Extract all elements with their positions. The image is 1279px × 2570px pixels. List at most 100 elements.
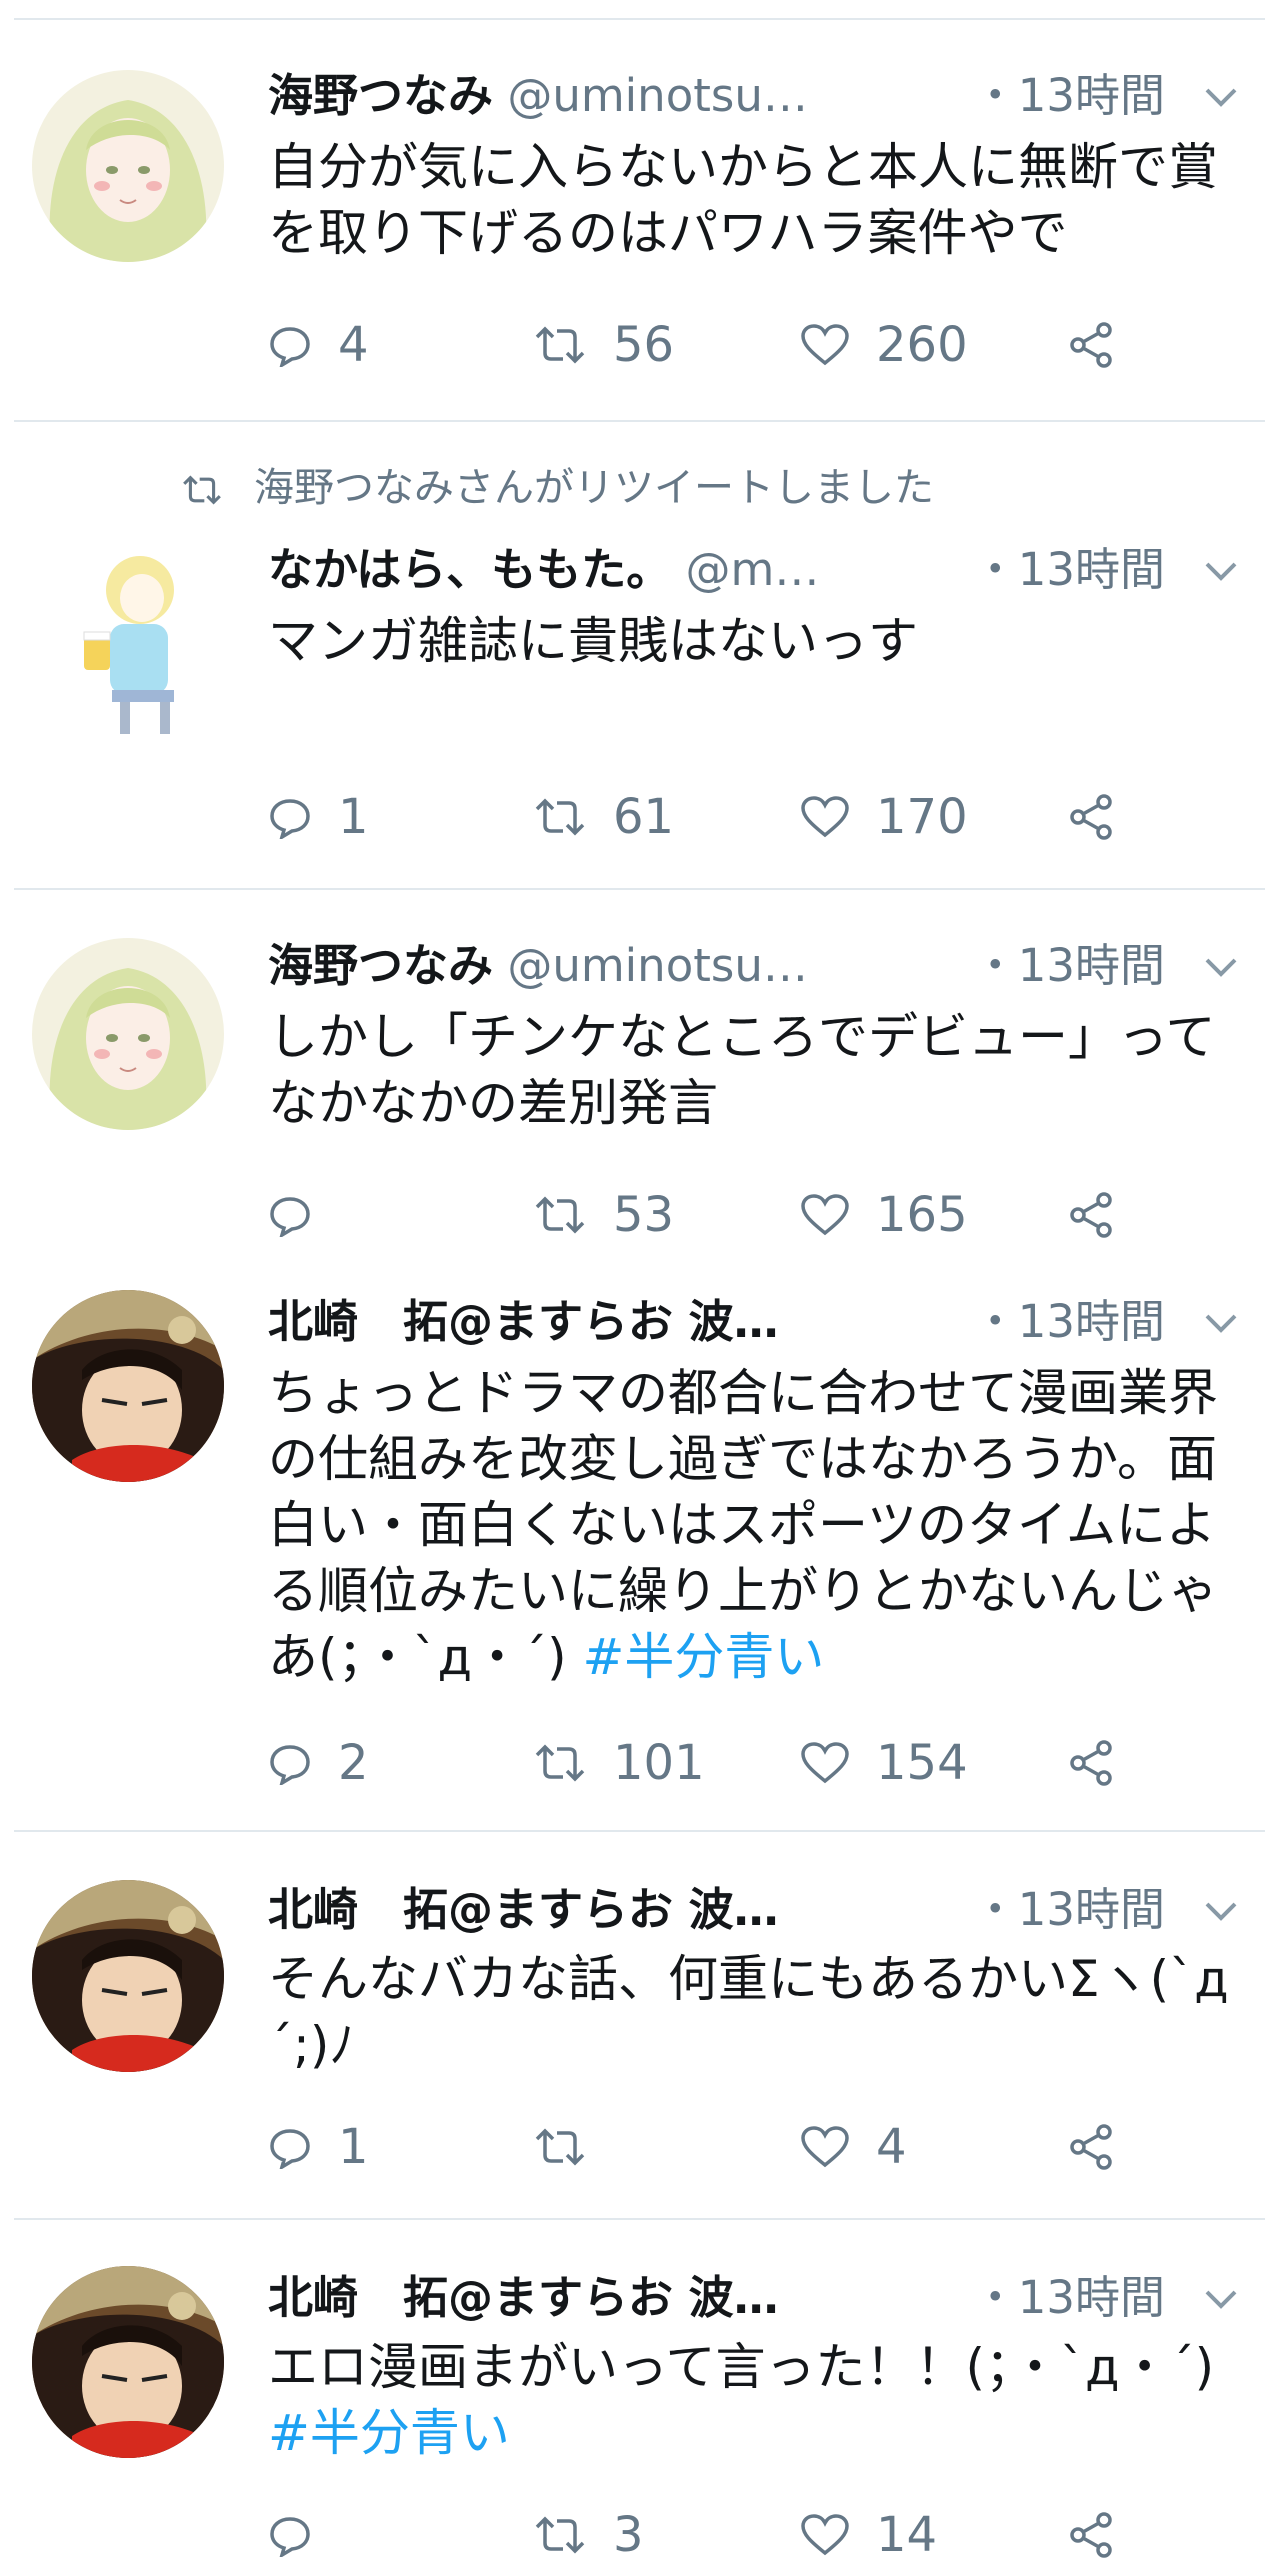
like-count: 170 bbox=[876, 789, 968, 845]
display-name[interactable]: 海野つなみ bbox=[268, 69, 493, 122]
like-count: 154 bbox=[876, 1735, 968, 1791]
retweet-icon bbox=[533, 2125, 587, 2169]
timestamp[interactable]: ・13時間 bbox=[973, 1292, 1165, 1352]
tweet-header: なかはら、ももた。 @m… ・13時間 bbox=[268, 540, 1265, 600]
retweet-button[interactable]: 53 bbox=[533, 1180, 674, 1250]
display-name[interactable]: 北崎 拓@ますらお 波… bbox=[268, 1295, 779, 1348]
tweet-header: 海野つなみ @uminotsu… ・13時間 bbox=[268, 66, 1265, 126]
reply-count: 1 bbox=[338, 2119, 369, 2175]
retweet-icon bbox=[533, 2513, 587, 2557]
display-name[interactable]: 海野つなみ bbox=[268, 939, 493, 992]
like-button[interactable]: 260 bbox=[800, 310, 968, 380]
avatar[interactable] bbox=[32, 1880, 224, 2072]
avatar[interactable] bbox=[60, 540, 220, 740]
reply-count: 2 bbox=[338, 1735, 369, 1791]
avatar[interactable] bbox=[32, 2266, 224, 2458]
reply-icon bbox=[268, 1741, 312, 1785]
timestamp[interactable]: ・13時間 bbox=[973, 66, 1165, 126]
tweet-divider bbox=[14, 2218, 1265, 2220]
reply-icon bbox=[268, 2513, 312, 2557]
hashtag-link[interactable]: #半分青い bbox=[268, 2404, 510, 2462]
reply-button[interactable] bbox=[268, 1180, 338, 1250]
chevron-down-icon[interactable] bbox=[1197, 540, 1245, 600]
reply-button[interactable]: 2 bbox=[268, 1728, 369, 1798]
avatar[interactable] bbox=[32, 70, 224, 262]
retweet-button[interactable]: 101 bbox=[533, 1728, 705, 1798]
handle[interactable]: @m… bbox=[686, 543, 820, 596]
share-button[interactable] bbox=[1066, 782, 1116, 852]
reply-count: 1 bbox=[338, 789, 369, 845]
tweet-divider bbox=[14, 420, 1265, 422]
chevron-down-icon[interactable] bbox=[1197, 1292, 1245, 1352]
retweet-notice-text[interactable]: 海野つなみさんがリツイートしました bbox=[254, 465, 934, 511]
share-button[interactable] bbox=[1066, 310, 1116, 380]
timestamp[interactable]: ・13時間 bbox=[973, 540, 1165, 600]
display-name[interactable]: なかはら、ももた。 bbox=[268, 543, 671, 596]
tweet-text: ちょっとドラマの都合に合わせて漫画業界の仕組みを改変し過ぎではなかろうか。面白い… bbox=[268, 1360, 1259, 1690]
avatar[interactable] bbox=[32, 1290, 224, 1482]
share-button[interactable] bbox=[1066, 2112, 1116, 2182]
handle[interactable]: @uminotsu… bbox=[507, 939, 808, 992]
tweet-header: 北崎 拓@ますらお 波… ・13時間 bbox=[268, 1292, 1265, 1352]
share-icon bbox=[1066, 792, 1116, 842]
share-icon bbox=[1066, 2510, 1116, 2560]
retweet-icon bbox=[533, 1741, 587, 1785]
tweet-text: エロ漫画まがいって言った！！(；・`д・´) #半分青い bbox=[268, 2334, 1259, 2466]
like-count: 14 bbox=[876, 2507, 938, 2563]
share-button[interactable] bbox=[1066, 1728, 1116, 1798]
share-icon bbox=[1066, 1190, 1116, 1240]
handle[interactable]: @uminotsu… bbox=[507, 69, 808, 122]
tweet-text-content: マンガ雑誌に貴賎はないっす bbox=[268, 612, 918, 670]
chevron-down-icon[interactable] bbox=[1197, 2268, 1245, 2328]
timestamp[interactable]: ・13時間 bbox=[973, 936, 1165, 996]
retweet-icon bbox=[533, 1193, 587, 1237]
chevron-down-icon[interactable] bbox=[1197, 1880, 1245, 1940]
heart-icon bbox=[800, 323, 850, 367]
avatar[interactable] bbox=[32, 938, 224, 1130]
heart-icon bbox=[800, 1741, 850, 1785]
tweet-divider bbox=[14, 1830, 1265, 1832]
tweet-text: マンガ雑誌に貴賎はないっす bbox=[268, 608, 1259, 674]
reply-icon bbox=[268, 795, 312, 839]
action-bar: 2 101 154 bbox=[268, 1728, 1168, 1798]
tweet-text: そんなバカな話、何重にもあるかいΣヽ(`д´;)ﾉ bbox=[268, 1946, 1259, 2078]
like-button[interactable]: 165 bbox=[800, 1180, 968, 1250]
tweet-header: 北崎 拓@ますらお 波… ・13時間 bbox=[268, 2268, 1265, 2328]
tweet-text-content: 自分が気に入らないからと本人に無断で賞を取り下げるのはパワハラ案件やで bbox=[268, 138, 1218, 262]
chevron-down-icon[interactable] bbox=[1197, 66, 1245, 126]
retweet-button[interactable]: 61 bbox=[533, 782, 674, 852]
reply-icon bbox=[268, 1193, 312, 1237]
tweet-text-content: そんなバカな話、何重にもあるかいΣヽ(`д´;)ﾉ bbox=[268, 1950, 1229, 2074]
tweet-text-content: しかし「チンケなところでデビュー」ってなかなかの差別発言 bbox=[268, 1008, 1216, 1132]
like-button[interactable]: 170 bbox=[800, 782, 968, 852]
reply-button[interactable]: 1 bbox=[268, 782, 369, 852]
share-icon bbox=[1066, 320, 1116, 370]
retweet-count: 101 bbox=[613, 1735, 705, 1791]
share-button[interactable] bbox=[1066, 1180, 1116, 1250]
chevron-down-icon[interactable] bbox=[1197, 936, 1245, 996]
tweet-text: 自分が気に入らないからと本人に無断で賞を取り下げるのはパワハラ案件やで bbox=[268, 134, 1259, 266]
reply-button[interactable]: 1 bbox=[268, 2112, 369, 2182]
reply-icon bbox=[268, 323, 312, 367]
like-button[interactable]: 4 bbox=[800, 2112, 907, 2182]
like-count: 260 bbox=[876, 317, 968, 373]
display-name[interactable]: 北崎 拓@ますらお 波… bbox=[268, 2271, 779, 2324]
retweet-button[interactable]: 56 bbox=[533, 310, 674, 380]
reply-button[interactable]: 4 bbox=[268, 310, 369, 380]
retweet-count: 56 bbox=[613, 317, 675, 373]
tweet-header: 海野つなみ @uminotsu… ・13時間 bbox=[268, 936, 1265, 996]
retweet-notice: 海野つなみさんがリツイートしました bbox=[180, 460, 934, 516]
retweet-button[interactable] bbox=[533, 2112, 613, 2182]
timestamp[interactable]: ・13時間 bbox=[973, 2268, 1165, 2328]
like-count: 4 bbox=[876, 2119, 907, 2175]
tweet-text: しかし「チンケなところでデビュー」ってなかなかの差別発言 bbox=[268, 1004, 1259, 1136]
tweet-text-content: エロ漫画まがいって言った！！(；・`д・´) bbox=[268, 2338, 1215, 2396]
tweet-divider bbox=[14, 888, 1265, 890]
like-button[interactable]: 154 bbox=[800, 1728, 968, 1798]
display-name[interactable]: 北崎 拓@ますらお 波… bbox=[268, 1883, 779, 1936]
timestamp[interactable]: ・13時間 bbox=[973, 1880, 1165, 1940]
heart-icon bbox=[800, 2125, 850, 2169]
retweet-count: 61 bbox=[613, 789, 675, 845]
hashtag-link[interactable]: #半分青い bbox=[583, 1628, 825, 1686]
heart-icon bbox=[800, 1193, 850, 1237]
